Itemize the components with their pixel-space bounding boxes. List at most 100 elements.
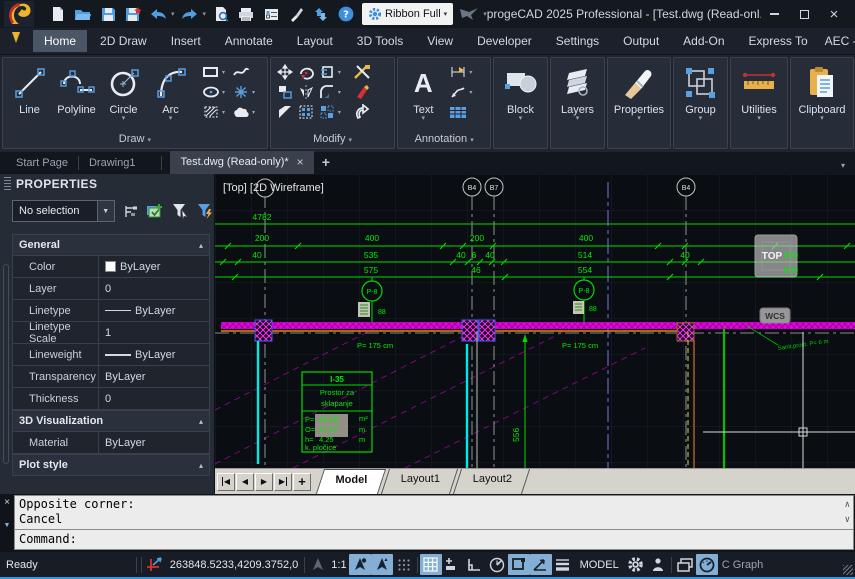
tab-add-on[interactable]: Add-On bbox=[672, 30, 735, 52]
match-properties-brush-icon[interactable] bbox=[286, 4, 306, 24]
tab-2d-draw[interactable]: 2D Draw bbox=[89, 30, 158, 52]
hatch-tool-icon[interactable] bbox=[201, 103, 221, 121]
coordinates-icon[interactable] bbox=[144, 554, 166, 575]
layout2-tab[interactable]: Layout2 bbox=[453, 469, 530, 494]
block-button[interactable]: Block▾ bbox=[497, 60, 544, 122]
new-tab-button[interactable]: + bbox=[314, 152, 338, 174]
tab-output[interactable]: Output bbox=[612, 30, 670, 52]
section-plot-style[interactable]: Plot style▴ bbox=[12, 454, 210, 476]
properties-button[interactable]: Properties▾ bbox=[611, 60, 667, 122]
line-button[interactable]: Line bbox=[6, 60, 53, 116]
snap-toggle[interactable] bbox=[442, 554, 464, 575]
tab-view[interactable]: View bbox=[416, 30, 464, 52]
command-history[interactable]: Opposite corner: Cancel ∧ ∨ bbox=[14, 495, 854, 530]
tab-list-dropdown-icon[interactable]: ▾ bbox=[831, 155, 855, 174]
close-button[interactable]: × bbox=[821, 4, 847, 24]
clean-screen-icon[interactable] bbox=[674, 554, 696, 575]
new-file-button[interactable] bbox=[48, 4, 68, 24]
next-tab-button[interactable]: ▶ bbox=[255, 473, 273, 491]
undo-button[interactable] bbox=[148, 4, 168, 24]
command-input[interactable]: Command: bbox=[14, 530, 854, 550]
close-command-icon[interactable]: × bbox=[4, 497, 10, 508]
print-button[interactable] bbox=[236, 4, 256, 24]
leader-tool-icon[interactable] bbox=[448, 83, 468, 101]
selection-dropdown[interactable]: No selection ▼ bbox=[12, 200, 115, 222]
layers-button[interactable]: Layers▾ bbox=[554, 60, 601, 122]
performance-gauge-icon[interactable] bbox=[696, 554, 718, 575]
redo-button[interactable] bbox=[180, 4, 200, 24]
annotation-visibility-toggle[interactable] bbox=[349, 554, 371, 575]
swift-tool-icon[interactable] bbox=[459, 6, 479, 22]
settings-gear-icon[interactable] bbox=[625, 554, 647, 575]
last-tab-button[interactable]: ▶ bbox=[274, 473, 292, 491]
open-file-button[interactable] bbox=[73, 4, 93, 24]
palette-scrollbar[interactable] bbox=[3, 264, 9, 464]
model-space-toggle[interactable]: MODEL bbox=[574, 559, 625, 571]
grid-toggle[interactable] bbox=[420, 554, 442, 575]
fillet-tool-icon[interactable] bbox=[317, 83, 337, 101]
annotation-scale-value[interactable]: 1:1 bbox=[329, 559, 348, 571]
select-objects-icon[interactable] bbox=[146, 202, 164, 220]
trim-tool-icon[interactable] bbox=[317, 63, 337, 81]
utilities-button[interactable]: Utilities▾ bbox=[734, 60, 784, 122]
filter-lightning-icon[interactable] bbox=[196, 202, 214, 220]
prop-row-transparency[interactable]: TransparencyByLayer bbox=[12, 366, 210, 388]
tab-insert[interactable]: Insert bbox=[160, 30, 212, 52]
doc-tab-drawing1[interactable]: Drawing1 bbox=[79, 153, 145, 174]
mirror-tool-icon[interactable] bbox=[296, 83, 316, 101]
save-as-button[interactable] bbox=[123, 4, 143, 24]
ortho-toggle[interactable] bbox=[464, 554, 486, 575]
prev-tab-button[interactable]: ◀ bbox=[236, 473, 254, 491]
join-tool-icon[interactable] bbox=[352, 103, 372, 121]
tab-developer[interactable]: Developer bbox=[466, 30, 543, 52]
ellipse-tool-icon[interactable] bbox=[201, 83, 221, 101]
doc-tab-test-dwg[interactable]: Test.dwg (Read-only)* × bbox=[170, 151, 313, 174]
explode-tool-icon[interactable] bbox=[317, 103, 337, 121]
model-tab[interactable]: Model bbox=[316, 469, 386, 494]
polyline-button[interactable]: Polyline bbox=[53, 60, 100, 116]
text-button[interactable]: A Text ▾ bbox=[401, 60, 445, 122]
ribbon-mode-button[interactable]: Ribbon Full▾ bbox=[362, 3, 453, 25]
erase-marker-icon[interactable] bbox=[352, 83, 372, 101]
filter-cursor-icon[interactable] bbox=[171, 202, 189, 220]
options-button[interactable] bbox=[261, 4, 281, 24]
drawing-canvas[interactable]: B4 B7 B4 [Top] [2D Wireframe] bbox=[215, 174, 855, 494]
first-tab-button[interactable]: ◀ bbox=[217, 473, 235, 491]
table-tool-icon[interactable] bbox=[448, 103, 468, 121]
spline-tool-icon[interactable] bbox=[231, 63, 251, 81]
prop-row-color[interactable]: ColorByLayer bbox=[12, 256, 210, 278]
annotation-group-label[interactable]: Annotation ▾ bbox=[398, 132, 490, 148]
save-button[interactable] bbox=[98, 4, 118, 24]
palette-grip-icon[interactable] bbox=[4, 177, 11, 191]
group-button[interactable]: Group▾ bbox=[677, 60, 724, 122]
section-3d-visualization[interactable]: 3D Visualization▴ bbox=[12, 410, 210, 432]
text-dropdown-icon[interactable]: ▾ bbox=[422, 116, 426, 122]
layout1-tab[interactable]: Layout1 bbox=[381, 469, 458, 494]
print-preview-button[interactable] bbox=[211, 4, 231, 24]
graphics-mode-label[interactable]: C Graph bbox=[718, 559, 768, 571]
circle-button[interactable]: Circle ▾ bbox=[100, 60, 147, 122]
draw-group-label[interactable]: Draw ▾ bbox=[3, 132, 267, 148]
prop-row-linetype[interactable]: LinetypeByLayer bbox=[12, 300, 210, 322]
sync-button[interactable] bbox=[311, 4, 331, 24]
doc-tab-start-page[interactable]: Start Page bbox=[6, 153, 78, 174]
tab-3d-tools[interactable]: 3D Tools bbox=[346, 30, 414, 52]
scroll-up-icon[interactable]: ∧ bbox=[845, 498, 850, 513]
tab-annotate[interactable]: Annotate bbox=[214, 30, 284, 52]
lineweight-toggle[interactable] bbox=[552, 554, 574, 575]
esnap-toggle[interactable] bbox=[508, 554, 530, 575]
tab-settings[interactable]: Settings bbox=[545, 30, 610, 52]
point-tool-icon[interactable] bbox=[231, 83, 251, 101]
etrack-toggle[interactable] bbox=[530, 554, 552, 575]
prop-row-layer[interactable]: Layer0 bbox=[12, 278, 210, 300]
arc-dropdown-icon[interactable]: ▾ bbox=[169, 116, 173, 122]
tab-aec-3d[interactable]: AEC - 3D A bbox=[821, 30, 855, 52]
user-icon[interactable] bbox=[647, 554, 669, 575]
undo-dropdown-icon[interactable]: ▾ bbox=[171, 10, 175, 18]
tab-home[interactable]: Home bbox=[33, 30, 87, 52]
circle-dropdown-icon[interactable]: ▾ bbox=[122, 116, 126, 122]
move-tool-icon[interactable] bbox=[275, 63, 295, 81]
dimension-tool-icon[interactable] bbox=[448, 63, 468, 81]
coordinates-readout[interactable]: 263848.5233,4209.3752,0 bbox=[166, 559, 302, 571]
measure-tools-icon[interactable] bbox=[352, 63, 372, 81]
